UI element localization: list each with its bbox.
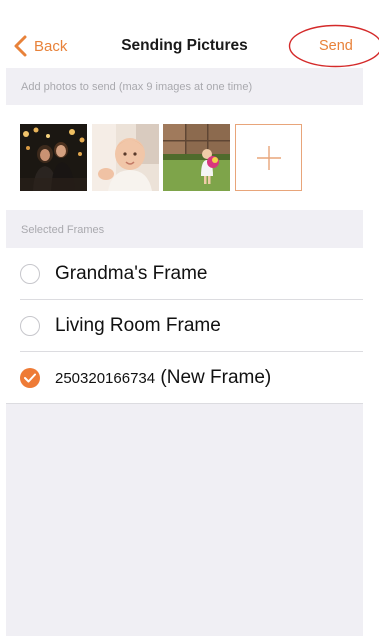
frame-id: 250320166734 [55, 370, 156, 387]
page-title: Sending Pictures [121, 37, 248, 54]
frames-section-header: Selected Frames [6, 210, 363, 248]
plus-icon [257, 146, 281, 170]
frame-suffix: (New Frame) [160, 367, 272, 388]
photo-thumbnail-1[interactable] [20, 124, 87, 191]
frame-row-living-room-frame[interactable]: Living Room Frame [6, 300, 363, 352]
photo-baby-icon [92, 124, 159, 191]
add-photo-button[interactable] [235, 124, 302, 191]
photos-section-header: Add photos to send (max 9 images at one … [6, 68, 363, 105]
frame-label: Living Room Frame [55, 315, 221, 336]
empty-background-area [6, 404, 363, 636]
frame-label: 250320166734 (New Frame) [55, 367, 271, 389]
radio-unchecked-icon[interactable] [20, 264, 40, 284]
photos-section-header-text: Add photos to send (max 9 images at one … [21, 81, 253, 93]
frame-label: Grandma's Frame [55, 263, 208, 284]
checkmark-icon [24, 373, 36, 383]
frame-list: Grandma's Frame Living Room Frame 250320… [6, 248, 363, 404]
photo-thumbnail-3[interactable] [163, 124, 230, 191]
radio-unchecked-icon[interactable] [20, 316, 40, 336]
frame-row-grandmas-frame[interactable]: Grandma's Frame [6, 248, 363, 300]
navigation-bar: Back Sending Pictures Send [6, 0, 379, 68]
photo-couple-night-icon [20, 124, 87, 191]
photo-child-garden-icon [163, 124, 230, 191]
frame-row-new-frame[interactable]: 250320166734 (New Frame) [6, 352, 363, 404]
frames-section-header-text: Selected Frames [21, 224, 105, 236]
photo-strip [6, 105, 363, 210]
sending-pictures-screen: Back Sending Pictures Send Add photos to… [6, 0, 379, 636]
send-button[interactable]: Send [319, 38, 353, 54]
photo-thumbnail-2[interactable] [92, 124, 159, 191]
radio-checked-icon[interactable] [20, 368, 40, 388]
